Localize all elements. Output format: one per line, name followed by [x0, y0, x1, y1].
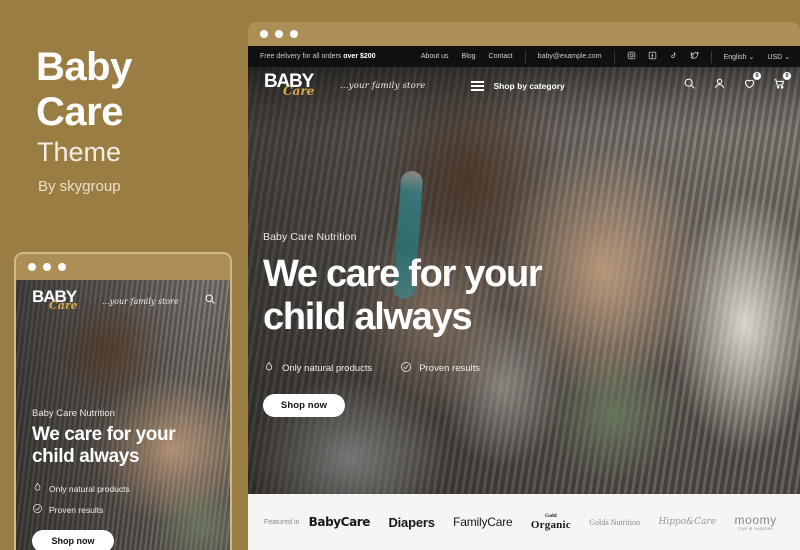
- announcement-bar: Free delivery for all orders over $200 A…: [248, 46, 800, 67]
- delivery-promo-bold: over $200: [343, 53, 376, 60]
- topbar-divider: [524, 50, 526, 63]
- brand-logo-babycare[interactable]: BabyCare: [299, 515, 379, 529]
- mobile-hero-headline: We care for your child always: [32, 424, 218, 468]
- site-logo[interactable]: BABY Care: [264, 71, 326, 101]
- promo-title-line2: Care: [36, 90, 123, 134]
- mobile-headline-line2: child always: [32, 446, 140, 467]
- brand-logo-diapers[interactable]: Diapers: [379, 515, 444, 530]
- twitter-icon[interactable]: [689, 51, 699, 62]
- cart-count-badge: 0: [783, 72, 791, 80]
- window-dot-yellow[interactable]: [43, 263, 51, 271]
- topbar-nav: About us Blog Contact: [421, 53, 513, 60]
- shop-by-category-label: Shop by category: [493, 81, 565, 91]
- mobile-hero-eyebrow: Baby Care Nutrition: [32, 408, 115, 419]
- check-circle-icon: [32, 503, 43, 516]
- brand-logo-hippo-care[interactable]: Hippo&Care: [649, 517, 725, 527]
- topbar-link-about-us[interactable]: About us: [421, 53, 449, 60]
- mobile-tagline: ...your family store: [102, 296, 179, 306]
- brand-logo-moomy[interactable]: moomy toys & supplies: [725, 514, 786, 531]
- promo-title: Baby Care: [36, 47, 132, 132]
- mobile-logo[interactable]: BABY Care: [32, 287, 88, 315]
- browser-mockup: Free delivery for all orders over $200 A…: [248, 22, 800, 550]
- window-dot-green[interactable]: [58, 263, 66, 271]
- currency-value: USD: [767, 53, 783, 61]
- promo-title-line1: Baby: [36, 45, 132, 89]
- mobile-hero-content: Baby Care Nutrition We care for your chi…: [32, 408, 218, 550]
- wishlist-count-badge: 0: [753, 72, 761, 80]
- featured-brands-bar: Featured in BabyCare Diapers FamilyCare …: [248, 494, 800, 550]
- tiktok-icon[interactable]: [669, 51, 678, 62]
- hero-feature-label: Proven results: [419, 363, 481, 374]
- featured-in-label: Featured in: [264, 518, 300, 526]
- wishlist-icon[interactable]: 0: [743, 72, 761, 95]
- chevron-down-icon: ⌄: [784, 53, 790, 61]
- window-dot-green[interactable]: [290, 30, 298, 38]
- mobile-search-icon[interactable]: [204, 292, 216, 310]
- window-dot-red[interactable]: [260, 30, 268, 38]
- hero-feature-item: Proven results: [400, 361, 480, 376]
- mobile-headline-line1: We care for your: [32, 424, 176, 445]
- topbar-link-blog[interactable]: Blog: [462, 53, 476, 60]
- hero-feature-label: Only natural products: [282, 363, 373, 374]
- header-icon-group: 0 0: [683, 72, 791, 95]
- delivery-promo-prefix: Free delivery for all orders: [260, 53, 344, 60]
- site-header: BABY Care ...your family store Shop by c…: [248, 67, 800, 105]
- site-tagline: ...your family store: [340, 81, 426, 91]
- promo-subtitle: Theme: [37, 137, 122, 167]
- mobile-logo-accent: Care: [49, 299, 78, 312]
- hero-headline-line2: child always: [263, 296, 473, 338]
- mobile-feature-list: Only natural products Proven results: [32, 482, 218, 516]
- hero-eyebrow: Baby Care Nutrition: [263, 231, 357, 243]
- language-selector[interactable]: English ⌄: [724, 53, 755, 61]
- mobile-shop-now-button[interactable]: Shop now: [32, 530, 114, 550]
- search-icon[interactable]: [683, 77, 696, 95]
- hero-headline-line1: We care for your: [263, 253, 543, 295]
- website-viewport: Free delivery for all orders over $200 A…: [248, 46, 800, 550]
- currency-selector[interactable]: USD ⌄: [767, 53, 790, 61]
- hero-headline: We care for your child always: [263, 253, 543, 339]
- chevron-down-icon: ⌄: [748, 53, 755, 61]
- mobile-mockup: BABY Care ...your family store Baby Care…: [14, 252, 232, 550]
- mobile-screen: BABY Care ...your family store Baby Care…: [16, 280, 230, 550]
- language-value: English: [723, 53, 747, 61]
- topbar-email[interactable]: baby@example.com: [538, 53, 602, 60]
- facebook-icon[interactable]: [648, 51, 657, 62]
- hamburger-icon: [471, 81, 485, 91]
- topbar-selectors: English ⌄ USD ⌄: [724, 53, 790, 61]
- shop-by-category-button[interactable]: Shop by category: [471, 81, 565, 91]
- cart-icon[interactable]: 0: [773, 72, 791, 95]
- brand-moomy-main: moomy: [734, 512, 777, 527]
- mobile-feature-label: Only natural products: [49, 483, 130, 494]
- leaf-icon: [32, 482, 43, 495]
- browser-titlebar: [248, 22, 800, 46]
- topbar-link-contact[interactable]: Contact: [489, 53, 513, 60]
- logo-accent-text: Care: [283, 84, 315, 98]
- check-circle-icon: [400, 361, 412, 376]
- mobile-feature-item: Only natural products: [32, 482, 218, 495]
- hero-feature-item: Only natural products: [263, 361, 372, 376]
- window-dot-red[interactable]: [28, 263, 36, 271]
- topbar-divider: [710, 50, 712, 63]
- account-icon[interactable]: [713, 77, 726, 95]
- brand-logo-golda-nutrition[interactable]: Golda Nutrition: [580, 518, 649, 527]
- mobile-feature-label: Proven results: [49, 504, 104, 515]
- mobile-titlebar: [16, 254, 230, 280]
- shop-now-button[interactable]: Shop now: [263, 394, 345, 417]
- leaf-icon: [263, 361, 275, 376]
- topbar-divider: [613, 50, 615, 63]
- instagram-icon[interactable]: [627, 51, 636, 62]
- brand-logo-gold-organic[interactable]: Gold Organic: [522, 513, 580, 531]
- mobile-header: BABY Care ...your family store: [16, 280, 230, 322]
- window-dot-yellow[interactable]: [275, 30, 283, 38]
- mobile-feature-item: Proven results: [32, 503, 218, 516]
- delivery-promo-text: Free delivery for all orders over $200: [260, 53, 376, 60]
- promo-author: By skygroup: [38, 178, 121, 195]
- brand-gold-main: Organic: [530, 519, 571, 531]
- brand-logo-familycare[interactable]: FamilyCare: [444, 515, 522, 529]
- hero-feature-list: Only natural products Proven results: [263, 361, 541, 376]
- topbar-social-links: [627, 51, 699, 62]
- hero-content: Baby Care Nutrition We care for your chi…: [263, 231, 543, 417]
